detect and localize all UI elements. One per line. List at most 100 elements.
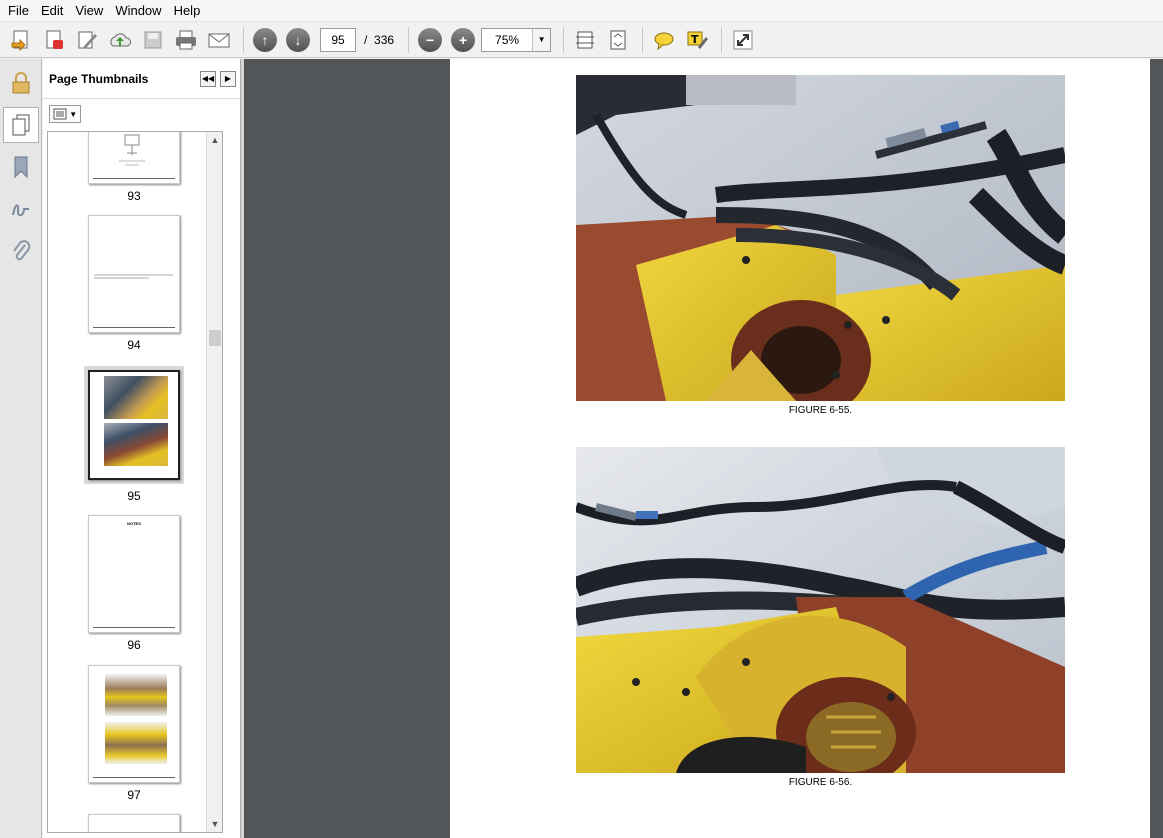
thumbnail-options-button[interactable]: ▼ bbox=[49, 105, 82, 123]
arrow-down-icon: ↓ bbox=[286, 27, 310, 52]
thumbnail-page-label: 97 bbox=[127, 788, 141, 802]
save-button[interactable] bbox=[138, 25, 168, 55]
fit-width-button[interactable] bbox=[603, 25, 633, 55]
create-pdf-icon bbox=[46, 30, 63, 49]
panel-menu-button[interactable]: ▶ bbox=[220, 70, 236, 87]
text-lines-icon bbox=[94, 274, 173, 279]
open-file-button[interactable] bbox=[6, 25, 36, 55]
highlight-text-button[interactable]: T bbox=[682, 25, 712, 55]
list-options-icon bbox=[53, 108, 67, 120]
thumbnail-page-98[interactable] bbox=[88, 814, 180, 832]
highlight-text-icon: T bbox=[687, 31, 709, 49]
selected-thumbnail-frame bbox=[84, 366, 184, 484]
toolbar-separator bbox=[563, 26, 565, 53]
bookmark-icon bbox=[14, 156, 28, 179]
expand-icon bbox=[733, 30, 753, 49]
minus-icon: − bbox=[418, 27, 443, 52]
next-page-button[interactable]: ↓ bbox=[283, 25, 313, 55]
thumbnail-page-96[interactable]: NOTES 96 bbox=[88, 515, 180, 652]
thumbnail-page-label: 93 bbox=[127, 189, 141, 203]
figure-photo-1 bbox=[576, 75, 1065, 401]
thumbnail-photo-top bbox=[105, 674, 167, 716]
fullscreen-button[interactable] bbox=[728, 25, 758, 55]
save-disk-icon bbox=[144, 31, 162, 48]
thumbnail-image bbox=[88, 370, 180, 480]
plus-icon: + bbox=[451, 27, 476, 52]
navigation-rail bbox=[0, 59, 42, 838]
thumbnail-page-label: 96 bbox=[127, 638, 141, 652]
toolbar-separator bbox=[721, 26, 723, 53]
thumbnail-photo-bottom bbox=[104, 423, 168, 466]
zoom-value: 75% bbox=[495, 32, 520, 47]
fit-width-icon bbox=[610, 30, 626, 49]
edit-button[interactable] bbox=[72, 25, 102, 55]
cloud-upload-icon bbox=[110, 32, 131, 46]
gear-housing-photo bbox=[576, 447, 1065, 773]
lock-icon bbox=[12, 72, 30, 94]
toolbar-separator bbox=[243, 26, 244, 53]
thumbnail-page-97[interactable]: 97 bbox=[88, 665, 180, 802]
thumbnail-page-94[interactable]: 94 bbox=[88, 215, 180, 352]
toolbar-separator bbox=[408, 26, 410, 53]
thumbnail-image bbox=[88, 132, 180, 184]
thumbnails-panel: Page Thumbnails ◀◀ ▶ ▼ 93 94 95 NOTES 96… bbox=[43, 59, 241, 838]
security-lock-button[interactable] bbox=[3, 65, 39, 101]
figure-caption-2: FIGURE 6-56. bbox=[788, 777, 853, 788]
scroll-up-icon[interactable]: ▲ bbox=[207, 132, 222, 148]
menu-help[interactable]: Help bbox=[168, 0, 207, 22]
page-footer-line bbox=[93, 627, 175, 629]
signatures-tab[interactable] bbox=[3, 191, 39, 227]
signature-icon bbox=[12, 204, 29, 217]
fit-page-icon bbox=[576, 31, 595, 48]
menu-file[interactable]: File bbox=[2, 0, 35, 22]
menu-window[interactable]: Window bbox=[109, 0, 167, 22]
menu-bar: File Edit View Window Help bbox=[0, 0, 1163, 22]
thumbnail-page-93[interactable]: 93 bbox=[88, 132, 180, 203]
previous-page-button[interactable]: ↑ bbox=[250, 25, 280, 55]
edit-pencil-icon bbox=[78, 31, 97, 49]
fit-page-button[interactable] bbox=[570, 25, 600, 55]
thumbnail-image bbox=[88, 665, 180, 783]
email-button[interactable] bbox=[204, 25, 234, 55]
thumbnail-image bbox=[88, 814, 180, 832]
menu-view[interactable]: View bbox=[69, 0, 109, 22]
thumbnail-page-label: 95 bbox=[127, 489, 141, 503]
thumbnail-page-label: 94 bbox=[127, 338, 141, 352]
scrollbar-thumb[interactable] bbox=[209, 330, 221, 346]
panel-options-bar: ▼ bbox=[43, 99, 240, 129]
comment-button[interactable] bbox=[649, 25, 679, 55]
attachments-tab[interactable] bbox=[3, 233, 39, 269]
thumbnail-image: NOTES bbox=[88, 515, 180, 633]
paperclip-icon bbox=[13, 240, 31, 261]
chevron-down-icon[interactable]: ▼ bbox=[532, 28, 551, 51]
printer-icon bbox=[176, 30, 196, 49]
zoom-select[interactable]: 75% ▼ bbox=[481, 27, 552, 52]
arrow-up-icon: ↑ bbox=[253, 27, 277, 52]
zoom-in-button[interactable]: + bbox=[448, 25, 478, 55]
toolbar: ↑ ↓ 95 / 336 − + 75% ▼ T bbox=[0, 22, 1163, 58]
thumbnails-scrollbar[interactable]: ▲ ▼ bbox=[206, 132, 222, 832]
collapse-panel-button[interactable]: ◀◀ bbox=[200, 70, 216, 87]
diagram-thumbnail-icon bbox=[119, 134, 145, 166]
scroll-down-icon[interactable]: ▼ bbox=[207, 816, 222, 832]
document-view: FIGURE 6-55. FIGURE 6-56. bbox=[244, 59, 1163, 838]
upload-cloud-button[interactable] bbox=[105, 25, 135, 55]
panel-title: Page Thumbnails bbox=[49, 71, 149, 86]
bookmarks-tab[interactable] bbox=[3, 149, 39, 185]
menu-edit[interactable]: Edit bbox=[35, 0, 69, 22]
figure-caption-1: FIGURE 6-55. bbox=[788, 405, 853, 416]
zoom-out-button[interactable]: − bbox=[415, 25, 445, 55]
page-thumbnails-tab[interactable] bbox=[3, 107, 39, 143]
pdf-page: FIGURE 6-55. FIGURE 6-56. bbox=[450, 59, 1150, 838]
thumbnail-page-95[interactable]: 95 bbox=[84, 366, 184, 503]
print-button[interactable] bbox=[171, 25, 201, 55]
page-number-input[interactable]: 95 bbox=[320, 27, 356, 52]
page-footer-line bbox=[93, 178, 175, 180]
total-pages: 336 bbox=[374, 32, 395, 47]
page-footer-line bbox=[93, 777, 175, 779]
panel-header: Page Thumbnails ◀◀ ▶ bbox=[43, 59, 240, 99]
thumbnail-photo-bottom bbox=[105, 722, 167, 764]
thumbnail-notes-heading: NOTES bbox=[127, 521, 141, 526]
create-pdf-button[interactable] bbox=[39, 25, 69, 55]
page-footer-line bbox=[93, 327, 175, 329]
